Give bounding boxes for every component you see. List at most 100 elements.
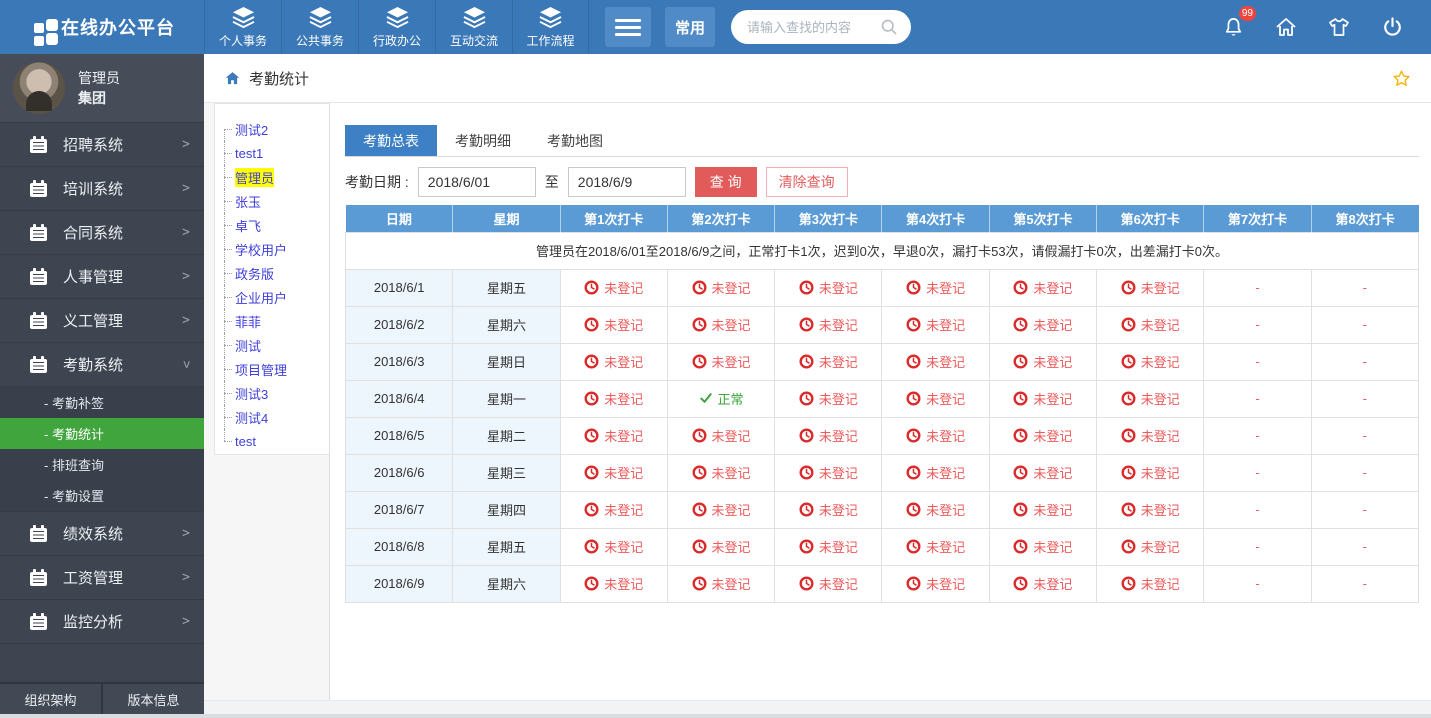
punch-cell: 未登记 [1097, 306, 1204, 343]
tree-item-link[interactable]: 测试3 [235, 384, 268, 403]
punch-label: 未登记 [819, 315, 858, 334]
tab-1[interactable]: 考勤明细 [437, 125, 529, 156]
tree-item-link[interactable]: 企业用户 [235, 288, 287, 307]
punch-cell: 未登记 [667, 454, 774, 491]
date-from-input[interactable] [418, 167, 536, 197]
sidebar-submenu: - 考勤补签- 考勤统计- 排班查询- 考勤设置 [0, 387, 204, 512]
punch-cell: 未登记 [989, 454, 1096, 491]
nav-item-4[interactable]: 工作流程 [512, 0, 589, 54]
clear-query-button[interactable]: 清除查询 [766, 167, 848, 197]
punch-label: 未登记 [1141, 537, 1180, 556]
sidebar-item-1[interactable]: 培训系统> [0, 167, 204, 211]
org-structure-button[interactable]: 组织架构 [0, 682, 101, 714]
nav-item-1[interactable]: 公共事务 [281, 0, 358, 54]
tab-0[interactable]: 考勤总表 [345, 125, 437, 156]
power-logout-icon[interactable] [1379, 14, 1405, 40]
tree-item-link[interactable]: 张玉 [235, 192, 261, 211]
sidebar-subitem-1[interactable]: - 考勤统计 [0, 418, 204, 449]
date-cell: 2018/6/3 [346, 343, 453, 380]
notifications-bell-icon[interactable]: 99 [1220, 14, 1246, 40]
tab-2[interactable]: 考勤地图 [529, 125, 621, 156]
punch-cell: 未登记 [1097, 269, 1204, 306]
date-to-input[interactable] [568, 167, 686, 197]
punch-label: 未登记 [926, 574, 965, 593]
punch-cell: 未登记 [989, 343, 1096, 380]
tree-item-link[interactable]: 测试2 [235, 120, 268, 139]
avatar [13, 62, 65, 114]
nav-item-2[interactable]: 行政办公 [358, 0, 435, 54]
tree-item-link[interactable]: 卓飞 [235, 216, 261, 235]
weekday-cell: 星期六 [453, 306, 560, 343]
table-header-row: 日期星期第1次打卡第2次打卡第3次打卡第4次打卡第5次打卡第6次打卡第7次打卡第… [346, 205, 1419, 232]
tree-item-link[interactable]: test1 [235, 146, 263, 161]
sidebar-item-5[interactable]: 考勤系统> [0, 343, 204, 387]
theme-shirt-icon[interactable] [1326, 14, 1352, 40]
punch-cell: 未登记 [1097, 343, 1204, 380]
topbar-nav: 个人事务公共事务行政办公互动交流工作流程 [204, 0, 589, 54]
clock-icon [584, 391, 599, 406]
sidebar-item-2[interactable]: 合同系统> [0, 211, 204, 255]
attendance-table: 日期星期第1次打卡第2次打卡第3次打卡第4次打卡第5次打卡第6次打卡第7次打卡第… [345, 205, 1419, 603]
sidebar-item-6[interactable]: 绩效系统> [0, 512, 204, 556]
query-button[interactable]: 查 询 [695, 167, 757, 197]
quick-access-button[interactable]: 常用 [665, 7, 715, 47]
sidebar-item-7[interactable]: 工资管理> [0, 556, 204, 600]
tree-item-link[interactable]: 项目管理 [235, 360, 287, 379]
sidebar-item-4[interactable]: 义工管理> [0, 299, 204, 343]
nav-item-3[interactable]: 互动交流 [435, 0, 512, 54]
clock-icon [1013, 317, 1028, 332]
punch-status: 未登记 [799, 574, 858, 593]
clock-icon [906, 280, 921, 295]
weekday-cell: 星期六 [453, 565, 560, 602]
nav-item-0[interactable]: 个人事务 [204, 0, 281, 54]
punch-label: 未登记 [819, 537, 858, 556]
version-info-button[interactable]: 版本信息 [101, 682, 204, 714]
sidebar-subitem-3[interactable]: - 考勤设置 [0, 480, 204, 511]
column-header: 第4次打卡 [882, 205, 989, 232]
clock-icon [692, 465, 707, 480]
sidebar-item-3[interactable]: 人事管理> [0, 255, 204, 299]
favorite-star-icon[interactable] [1392, 69, 1411, 88]
sidebar-item-8[interactable]: 监控分析> [0, 600, 204, 644]
punch-cell: 未登记 [775, 269, 882, 306]
punch-label: 未登记 [712, 574, 751, 593]
home-icon[interactable] [1273, 14, 1299, 40]
clock-icon [584, 280, 599, 295]
punch-label: 未登记 [926, 463, 965, 482]
sidebar-subitem-2[interactable]: - 排班查询 [0, 449, 204, 480]
body: 管理员 集团 招聘系统>培训系统>合同系统>人事管理>义工管理>考勤系统>- 考… [0, 54, 1431, 714]
date-cell: 2018/6/4 [346, 380, 453, 417]
layers-icon [461, 5, 488, 29]
punch-status: 未登记 [906, 426, 965, 445]
clock-icon [1013, 465, 1028, 480]
table-row: 2018/6/4星期一未登记正常未登记未登记未登记未登记-- [346, 380, 1419, 417]
punch-cell: 未登记 [560, 306, 667, 343]
tree-item-link[interactable]: 管理员 [235, 168, 274, 187]
empty-punch: - [1255, 317, 1259, 332]
content-body: 测试2 test1 管理员张玉卓飞学校用户政务版企业用户菲菲测试项目管理测试3 测试4… [204, 103, 1431, 714]
punch-label: 未登记 [1141, 278, 1180, 297]
weekday-cell: 星期四 [453, 491, 560, 528]
hamburger-menu-button[interactable] [605, 7, 651, 47]
punch-cell: 未登记 [775, 343, 882, 380]
tree-item-link[interactable]: 政务版 [235, 264, 274, 283]
tree-item-link[interactable]: 菲菲 [235, 312, 261, 331]
notification-badge: 99 [1239, 6, 1256, 21]
punch-status: 未登记 [1121, 500, 1180, 519]
punch-cell: - [1311, 565, 1418, 602]
punch-status: 未登记 [1121, 426, 1180, 445]
weekday-cell: 星期日 [453, 343, 560, 380]
sidebar-item-0[interactable]: 招聘系统> [0, 123, 204, 167]
tree-item-link[interactable]: 测试 [235, 336, 261, 355]
tree-item-link[interactable]: 测试4 [235, 408, 268, 427]
punch-label: 未登记 [712, 500, 751, 519]
tree-item-link[interactable]: test [235, 434, 256, 449]
clock-icon [692, 354, 707, 369]
notebook-icon [30, 183, 47, 197]
tree-item-link[interactable]: 学校用户 [235, 240, 287, 259]
clock-icon [1121, 354, 1136, 369]
column-header: 第2次打卡 [667, 205, 774, 232]
sidebar-subitem-0[interactable]: - 考勤补签 [0, 387, 204, 418]
table-row: 2018/6/7星期四未登记未登记未登记未登记未登记未登记-- [346, 491, 1419, 528]
punch-label: 未登记 [604, 352, 643, 371]
